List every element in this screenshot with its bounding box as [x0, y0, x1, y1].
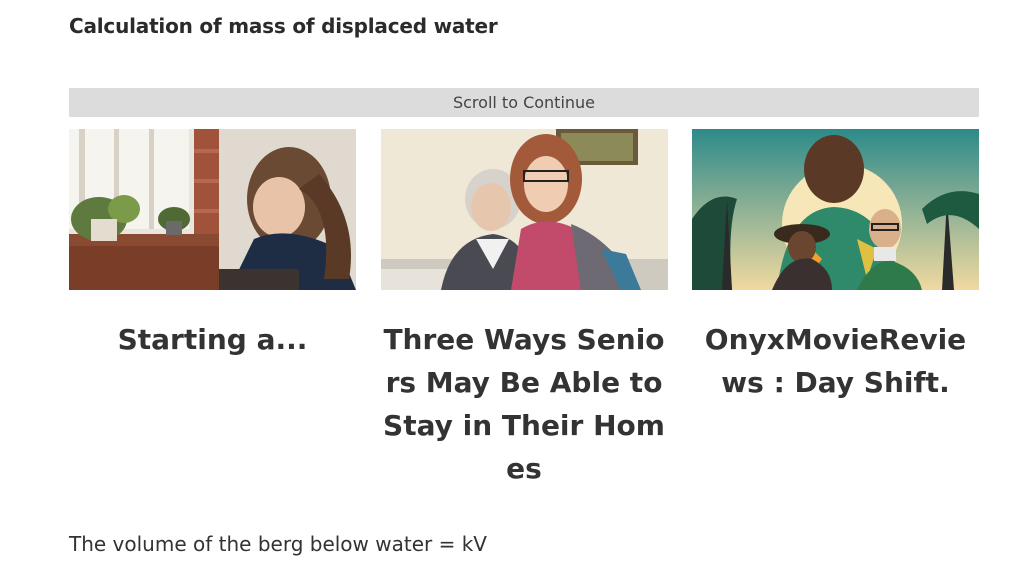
card-2-image[interactable]	[380, 129, 668, 290]
recommended-card-2[interactable]: Three Ways Seniors May Be Able to Stay i…	[380, 129, 668, 490]
card-1-title[interactable]: Starting a...	[69, 318, 356, 361]
card-2-title[interactable]: Three Ways Seniors May Be Able to Stay i…	[381, 318, 668, 490]
page-heading: Calculation of mass of displaced water	[69, 14, 498, 38]
card-3-title[interactable]: OnyxMovieReviews : Day Shift.	[692, 318, 979, 404]
recommended-card-1[interactable]: Starting a...	[69, 129, 356, 490]
recommended-card-3[interactable]: OnyxMovieReviews : Day Shift.	[692, 129, 979, 490]
body-paragraph: The volume of the berg below water = kV	[69, 532, 487, 556]
card-1-image[interactable]	[69, 129, 356, 290]
card-3-image[interactable]	[692, 129, 979, 290]
scroll-to-continue-label: Scroll to Continue	[452, 93, 596, 112]
scroll-to-continue-bar[interactable]: Scroll to Continue	[69, 88, 979, 117]
recommended-cards: Starting a... Three Ways Seniors May Be …	[69, 129, 979, 490]
